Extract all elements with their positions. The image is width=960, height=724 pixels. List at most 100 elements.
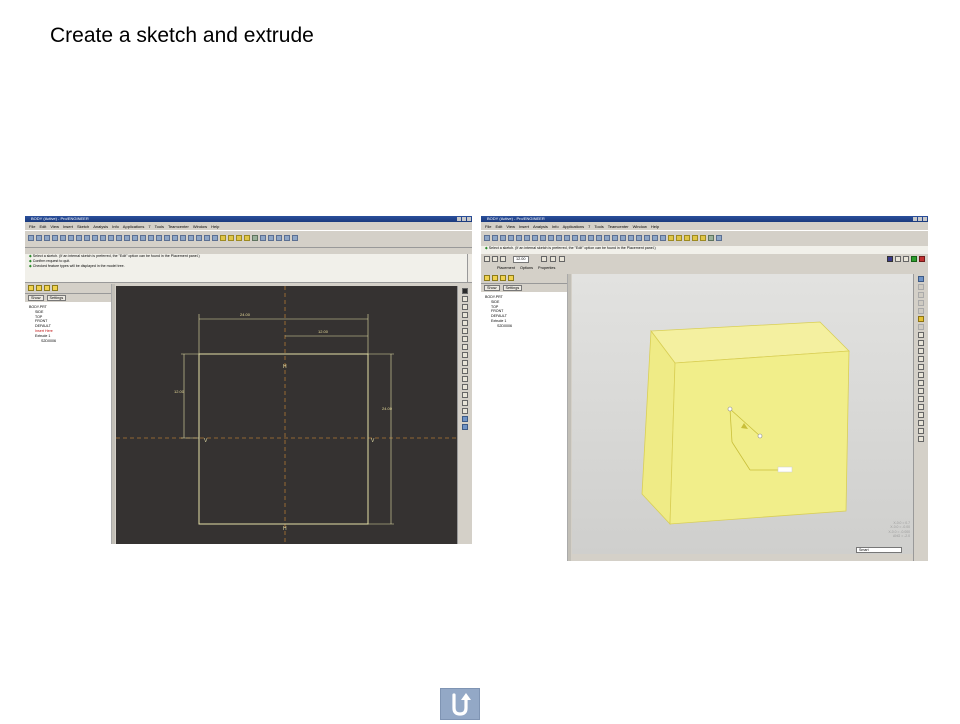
hidden-line-icon[interactable] <box>652 235 658 241</box>
favorites-tab-icon[interactable] <box>500 275 506 281</box>
menu-item[interactable]: Edit <box>39 224 46 229</box>
save-icon[interactable] <box>44 235 50 241</box>
save-icon[interactable] <box>500 235 506 241</box>
datum-plane-icon[interactable] <box>668 235 674 241</box>
constraints-tool-icon[interactable] <box>462 376 468 382</box>
zoom-in-icon[interactable] <box>140 235 146 241</box>
datum-curve-tool-icon[interactable] <box>918 292 924 298</box>
undo-icon[interactable] <box>524 235 530 241</box>
dimension-tool-icon[interactable] <box>462 360 468 366</box>
connections-tab-icon[interactable] <box>508 275 514 281</box>
zoom-out-icon[interactable] <box>148 235 154 241</box>
dimension-width-label[interactable]: 24.00 <box>240 312 250 317</box>
menu-item[interactable]: Window <box>633 224 647 229</box>
layers-icon[interactable] <box>180 235 186 241</box>
tree-show-button[interactable]: Show <box>28 295 44 301</box>
menu-item[interactable]: Insert <box>63 224 73 229</box>
pattern-tool-icon[interactable] <box>918 436 924 442</box>
minimize-icon[interactable] <box>457 217 461 221</box>
menu-item[interactable]: Info <box>552 224 559 229</box>
surface-extrude-icon[interactable] <box>492 256 498 262</box>
open-file-icon[interactable] <box>36 235 42 241</box>
tab-options[interactable]: Options <box>520 266 533 270</box>
email-icon[interactable] <box>60 235 66 241</box>
vertex-display-icon[interactable] <box>292 235 298 241</box>
shading-icon[interactable] <box>212 235 218 241</box>
close-icon[interactable] <box>923 217 927 221</box>
menu-item[interactable]: Edit <box>495 224 502 229</box>
preview-icon[interactable] <box>895 256 901 262</box>
palette-tool-icon[interactable] <box>462 392 468 398</box>
datum-curve-icon[interactable] <box>700 235 706 241</box>
return-button[interactable] <box>440 688 480 720</box>
chamfer-tool-icon[interactable] <box>918 404 924 410</box>
view-manager-icon[interactable] <box>588 235 594 241</box>
menu-item[interactable]: 7 <box>148 224 150 229</box>
close-icon[interactable] <box>467 217 471 221</box>
paste-icon[interactable] <box>556 235 562 241</box>
find-icon[interactable] <box>116 235 122 241</box>
menu-item[interactable]: Teamcenter <box>168 224 189 229</box>
regenerate-icon[interactable] <box>108 235 114 241</box>
undo-icon[interactable] <box>68 235 74 241</box>
spline-tool-icon[interactable] <box>462 336 468 342</box>
merge-tool-icon[interactable] <box>918 428 924 434</box>
menu-item[interactable]: 7 <box>588 224 590 229</box>
select-arrow-icon[interactable] <box>462 288 468 294</box>
variable-sweep-icon[interactable] <box>918 348 924 354</box>
datum-axis-icon[interactable] <box>676 235 682 241</box>
email-icon[interactable] <box>516 235 522 241</box>
menu-item[interactable]: Info <box>112 224 119 229</box>
new-file-icon[interactable] <box>484 235 490 241</box>
thicken-sketch-icon[interactable] <box>559 256 565 262</box>
arc-tool-icon[interactable] <box>462 320 468 326</box>
folder-browser-tab-icon[interactable] <box>492 275 498 281</box>
datum-axis-icon[interactable] <box>228 235 234 241</box>
trim-tool-icon[interactable] <box>918 412 924 418</box>
trim-tool-icon[interactable] <box>462 400 468 406</box>
print-icon[interactable] <box>508 235 514 241</box>
cancel-x-icon[interactable] <box>919 256 925 262</box>
mirror-tool-icon[interactable] <box>462 408 468 414</box>
rib-tool-icon[interactable] <box>918 380 924 386</box>
remove-material-icon[interactable] <box>550 256 556 262</box>
tree-show-button[interactable]: Show <box>484 285 500 291</box>
round-tool-icon[interactable] <box>918 396 924 402</box>
line-tool-icon[interactable] <box>462 296 468 302</box>
csys-tool-icon[interactable] <box>918 316 924 322</box>
new-file-icon[interactable] <box>28 235 34 241</box>
sketcher-canvas[interactable]: H H V V 24.00 12.00 12.00 24.00 <box>116 286 457 544</box>
point-tool-icon[interactable] <box>462 344 468 350</box>
orient-icon[interactable] <box>164 235 170 241</box>
datum-point-icon[interactable] <box>684 235 690 241</box>
minimize-icon[interactable] <box>913 217 917 221</box>
menu-item[interactable]: Applications <box>123 224 145 229</box>
datum-axis-tool-icon[interactable] <box>918 284 924 290</box>
tree-settings-button[interactable]: Settings <box>502 285 523 291</box>
sketch-view-icon[interactable] <box>260 235 266 241</box>
sketch-tool-icon[interactable] <box>918 300 924 306</box>
display-style-icon[interactable] <box>188 235 194 241</box>
saved-views-icon[interactable] <box>172 235 178 241</box>
menu-item[interactable]: Applications <box>563 224 585 229</box>
menu-item[interactable]: View <box>506 224 515 229</box>
checkmark-continue-icon[interactable] <box>462 416 468 422</box>
favorites-tab-icon[interactable] <box>44 285 50 291</box>
refit-icon[interactable] <box>156 235 162 241</box>
tree-splitter[interactable] <box>567 274 571 561</box>
connections-tab-icon[interactable] <box>52 285 58 291</box>
menu-item[interactable]: Help <box>651 224 659 229</box>
constraint-display-icon[interactable] <box>276 235 282 241</box>
csys-icon[interactable] <box>244 235 250 241</box>
dimension-left-height-label[interactable]: 12.00 <box>174 389 184 394</box>
datum-plane-icon[interactable] <box>220 235 226 241</box>
maximize-icon[interactable] <box>918 217 922 221</box>
menu-item[interactable]: Help <box>211 224 219 229</box>
pause-icon[interactable] <box>887 256 893 262</box>
refit-icon[interactable] <box>612 235 618 241</box>
menu-item[interactable]: Tools <box>155 224 164 229</box>
menu-item[interactable]: Teamcenter <box>608 224 629 229</box>
find-icon[interactable] <box>572 235 578 241</box>
extrude-tool-icon[interactable] <box>918 332 924 338</box>
analysis-icon[interactable] <box>252 235 258 241</box>
